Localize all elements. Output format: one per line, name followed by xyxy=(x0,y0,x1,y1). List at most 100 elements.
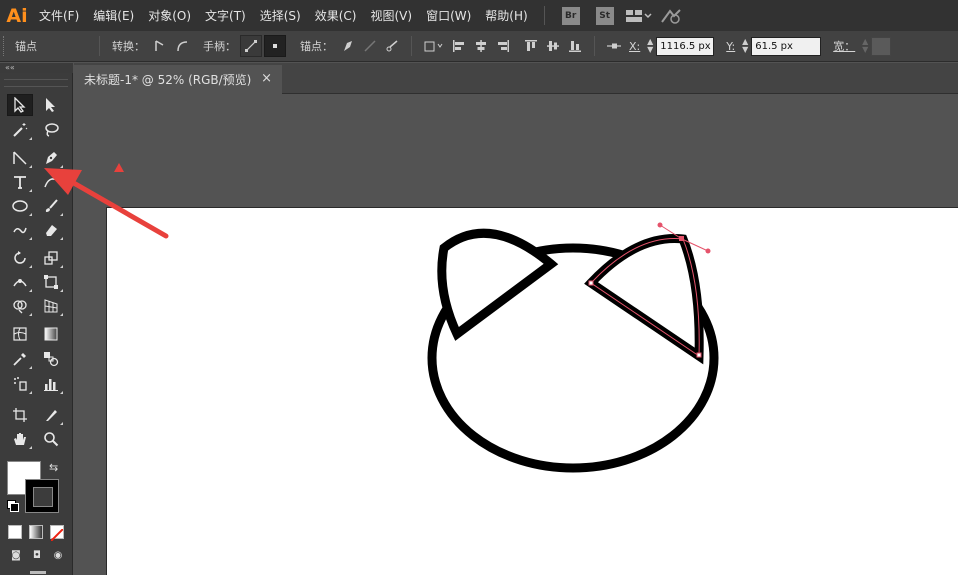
paintbrush-tool[interactable] xyxy=(38,195,64,217)
stroke-color-swatch[interactable] xyxy=(25,479,59,513)
eraser-tool[interactable] xyxy=(38,219,64,241)
symbol-sprayer-tool[interactable] xyxy=(7,373,33,395)
lasso-tool[interactable] xyxy=(38,119,64,141)
menu-window[interactable]: 窗口(W) xyxy=(419,0,478,31)
align-right-icon[interactable] xyxy=(492,35,514,57)
draw-inside-icon[interactable]: ◉ xyxy=(50,548,66,562)
convert-to-smooth-icon[interactable] xyxy=(171,35,193,57)
width-input[interactable] xyxy=(871,36,892,56)
app-logo: Ai xyxy=(6,4,28,27)
pen-tool[interactable] xyxy=(38,147,64,169)
perspective-grid-tool[interactable] xyxy=(38,295,64,317)
default-colors-icon[interactable] xyxy=(7,500,19,512)
align-bottom-icon[interactable] xyxy=(564,35,586,57)
eyedropper-tool[interactable] xyxy=(7,348,33,370)
menu-view[interactable]: 视图(V) xyxy=(363,0,419,31)
artboard-icon xyxy=(13,408,27,422)
shaper-tool[interactable] xyxy=(7,219,33,241)
bezier-handle-point[interactable] xyxy=(657,222,663,228)
artboard-tool[interactable] xyxy=(7,404,33,426)
anchor-point-selected[interactable] xyxy=(679,236,684,241)
draw-normal-icon[interactable]: ◙ xyxy=(8,548,24,562)
align-left-icon[interactable] xyxy=(448,35,470,57)
connect-anchors-icon[interactable] xyxy=(359,35,381,57)
menu-select[interactable]: 选择(S) xyxy=(253,0,308,31)
gpu-performance-icon[interactable] xyxy=(660,8,682,24)
blend-tool[interactable] xyxy=(38,348,64,370)
line-segment-tool[interactable] xyxy=(7,147,33,169)
y-stepper-icon[interactable]: ▲ ▼ xyxy=(739,38,751,54)
hide-handles-icon[interactable] xyxy=(264,35,286,57)
direct-selection-tool[interactable] xyxy=(38,94,64,116)
cat-left-ear[interactable] xyxy=(437,228,559,341)
isolate-icon[interactable] xyxy=(420,35,448,57)
anchor-point[interactable] xyxy=(696,352,702,358)
document-tab-title: 未标题-1* @ 52% (RGB/预览) xyxy=(84,73,252,87)
swap-fill-stroke-icon[interactable]: ⇆ xyxy=(49,461,58,474)
align-middle-icon[interactable] xyxy=(542,35,564,57)
direct-selection-icon xyxy=(46,98,55,112)
menu-file[interactable]: 文件(F) xyxy=(32,0,86,31)
ellipse-tool[interactable] xyxy=(7,195,33,217)
gradient-mode-button[interactable] xyxy=(29,525,43,539)
width-stepper-icon[interactable]: ▲ ▼ xyxy=(859,38,871,54)
gradient-tool[interactable] xyxy=(38,323,64,345)
remove-anchor-icon[interactable] xyxy=(337,35,359,57)
x-input[interactable]: 1116.5 px xyxy=(656,36,715,56)
cat-right-ear[interactable] xyxy=(584,234,704,365)
line-segment-icon xyxy=(13,151,27,165)
panel-collapse-strip[interactable]: «« xyxy=(0,63,73,73)
menu-edit[interactable]: 编辑(E) xyxy=(86,0,141,31)
bezier-handle-point[interactable] xyxy=(705,248,711,254)
column-graph-icon xyxy=(44,379,58,391)
type-tool[interactable] xyxy=(7,171,33,193)
bridge-button[interactable]: Br xyxy=(561,6,580,25)
artwork[interactable] xyxy=(74,94,958,575)
menu-help[interactable]: 帮助(H) xyxy=(478,0,534,31)
control-separator xyxy=(594,36,595,56)
free-transform-tool[interactable] xyxy=(38,271,64,293)
stock-button[interactable]: St xyxy=(595,6,614,25)
pen-icon xyxy=(46,152,57,164)
magic-wand-icon xyxy=(13,123,28,137)
curvature-tool[interactable] xyxy=(38,171,64,193)
none-mode-button[interactable] xyxy=(50,525,64,542)
shape-builder-tool[interactable] xyxy=(7,295,33,317)
color-mode-button[interactable] xyxy=(8,525,22,539)
menu-type[interactable]: 文字(T) xyxy=(198,0,253,31)
anchor-point[interactable] xyxy=(588,280,594,286)
zoom-tool[interactable] xyxy=(38,428,64,450)
tools-panel-grip[interactable] xyxy=(4,79,68,87)
cut-path-icon[interactable] xyxy=(381,35,403,57)
draw-behind-icon[interactable]: ◘ xyxy=(29,548,45,562)
convert-to-corner-icon[interactable] xyxy=(149,35,171,57)
x-stepper-icon[interactable]: ▲ ▼ xyxy=(644,38,656,54)
close-tab-icon[interactable]: × xyxy=(261,71,272,86)
align-center-icon[interactable] xyxy=(470,35,492,57)
mesh-tool[interactable] xyxy=(7,323,33,345)
menu-object[interactable]: 对象(O) xyxy=(141,0,198,31)
slice-tool[interactable] xyxy=(38,404,64,426)
menu-effect[interactable]: 效果(C) xyxy=(308,0,364,31)
control-bar: 锚点 转换： 手柄： 锚点： X: ▲ ▼ 1116.5 px Y: ▲ ▼ 6… xyxy=(0,31,958,62)
y-label: Y: xyxy=(726,39,736,53)
rotate-tool[interactable] xyxy=(7,247,33,269)
workspace-switcher-icon[interactable] xyxy=(625,9,652,23)
mesh-icon xyxy=(13,327,27,341)
magic-wand-tool[interactable] xyxy=(7,119,33,141)
show-handles-icon[interactable] xyxy=(240,35,262,57)
canvas-area[interactable] xyxy=(74,94,958,575)
symbol-sprayer-icon xyxy=(14,377,27,391)
document-tab[interactable]: 未标题-1* @ 52% (RGB/预览) × xyxy=(74,65,282,94)
column-graph-tool[interactable] xyxy=(38,373,64,395)
width-tool[interactable] xyxy=(7,271,33,293)
screen-mode-icon[interactable] xyxy=(30,571,46,574)
hand-tool[interactable] xyxy=(7,428,33,450)
scale-tool[interactable] xyxy=(38,247,64,269)
y-input[interactable]: 61.5 px xyxy=(751,36,822,56)
slice-icon xyxy=(46,410,57,421)
control-bar-grip[interactable] xyxy=(3,36,11,56)
reference-point-icon[interactable] xyxy=(603,35,625,57)
align-top-icon[interactable] xyxy=(520,35,542,57)
selection-tool[interactable] xyxy=(7,94,33,116)
